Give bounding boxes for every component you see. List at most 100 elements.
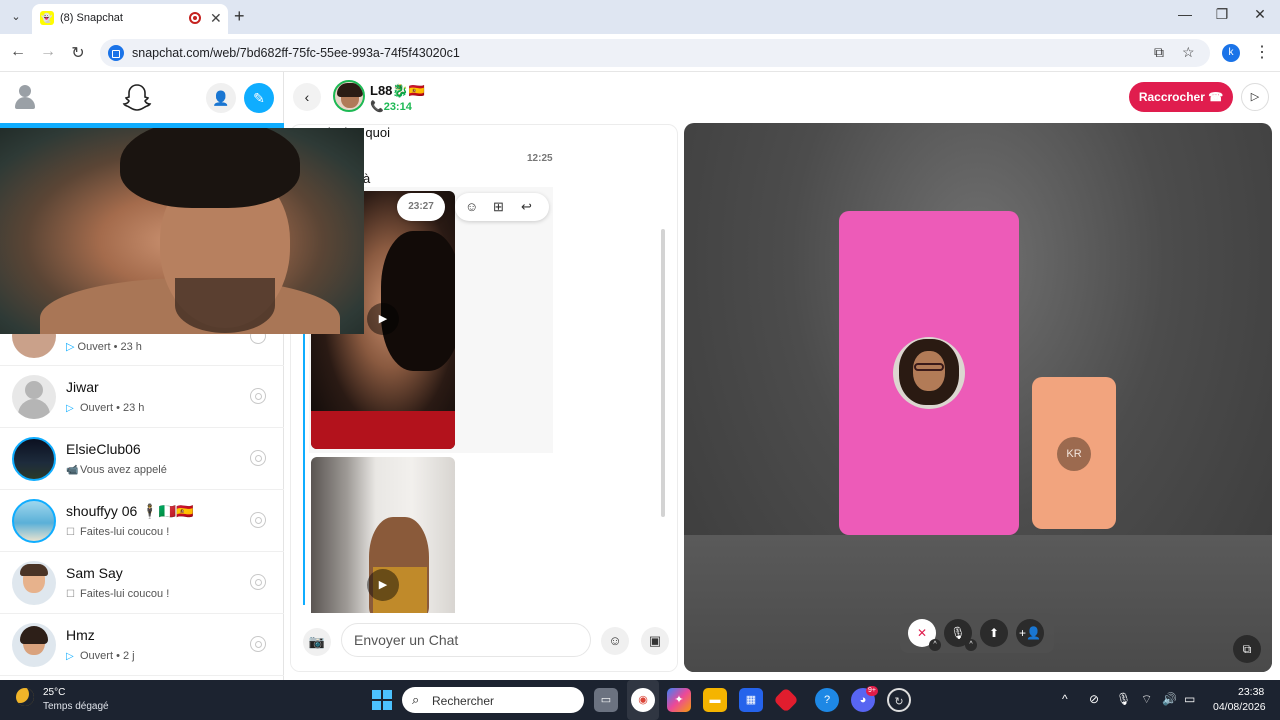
search-icon: ⌕ [412, 692, 420, 707]
close-window-button[interactable]: ✕ [1245, 6, 1275, 23]
url-text[interactable]: snapchat.com/web/7bd682ff-75fc-55ee-993a… [132, 46, 460, 60]
camera-reply-icon[interactable] [250, 388, 266, 404]
avatar [12, 499, 56, 543]
camera-reply-icon[interactable] [250, 574, 266, 590]
forward-arrow-icon[interactable]: → [38, 43, 58, 61]
chat-status: 📹 Vous avez appelé [66, 464, 167, 476]
emoji-icon[interactable]: ☺ [601, 627, 629, 655]
chrome-icon[interactable]: ◉ [631, 688, 655, 712]
browser-tab[interactable]: 👻 (8) Snapchat ✕ [32, 4, 228, 34]
chevron-up-icon: ^ [965, 639, 977, 651]
new-chat-button[interactable]: ✎ [244, 83, 274, 113]
chevron-up-icon[interactable]: ^ [1062, 692, 1068, 706]
sticker-icon[interactable]: ▣ [641, 627, 669, 655]
microphone-tray-icon[interactable]: 🎙 [1116, 692, 1131, 706]
composer: 📷 Envoyer un Chat ☺ ▣ [291, 615, 677, 671]
task-view-icon[interactable]: ▭ [594, 688, 618, 712]
chat-list: Jiwar ▷ Ouvert • 23 h ElsieClub06 📹 Vous a… [0, 366, 284, 676]
clock-date[interactable]: 04/08/2026 [1213, 701, 1266, 713]
back-button[interactable]: ‹ [293, 83, 321, 111]
message-text: à [363, 171, 371, 186]
play-icon[interactable]: ▷ [1241, 83, 1269, 111]
camera-reply-icon[interactable] [250, 636, 266, 652]
video-call-icon: 📹 [66, 465, 79, 476]
chat-status: ☐ Faites-lui coucou ! [66, 588, 170, 600]
expand-icon[interactable]: ⧉ [1233, 635, 1261, 663]
tab-close-icon[interactable]: ✕ [210, 10, 222, 27]
chat-status: ▷ Ouvert • 2 j [66, 650, 135, 662]
chat-row[interactable]: ElsieClub06 📹 Vous avez appelé [0, 428, 284, 490]
share-screen-button[interactable]: ⬆ [980, 619, 1008, 647]
bookmark-star-icon[interactable]: ☆ [1182, 44, 1195, 61]
sent-arrow-icon: ▷ [66, 403, 74, 414]
chat-row[interactable]: shouffyy 06 🕴🇮🇹🇪🇸 ☐ Faites-lui coucou ! [0, 490, 284, 552]
message-timestamp: 12:25 [527, 153, 553, 164]
reply-icon[interactable]: ↩ [521, 199, 532, 215]
weather-description[interactable]: Temps dégagé [43, 701, 109, 712]
microphone-button[interactable]: 🎙 ^ [944, 619, 977, 651]
tab-search-icon[interactable]: ⌄ [6, 8, 26, 26]
wifi-icon[interactable]: ⌔ [1141, 692, 1152, 707]
add-participant-button[interactable]: +👤 [1016, 619, 1044, 647]
url-omnibox[interactable]: snapchat.com/web/7bd682ff-75fc-55ee-993a… [100, 39, 1210, 67]
notification-badge: 9+ [866, 686, 878, 696]
camera-off-button[interactable]: ✕ ^ [908, 619, 941, 651]
chat-row[interactable]: Jiwar ▷ Ouvert • 23 h [0, 366, 284, 428]
moon-weather-icon[interactable] [16, 688, 34, 706]
profile-avatar[interactable]: k [1222, 44, 1240, 62]
add-friend-button[interactable]: 👤 [206, 83, 236, 113]
media-time-badge: 23:27 [397, 193, 445, 221]
weather-temperature[interactable]: 25°C [43, 687, 65, 698]
snapchat-ghost-icon [122, 82, 152, 119]
avatar [12, 623, 56, 667]
windows-start-icon[interactable] [372, 690, 392, 710]
volume-icon[interactable]: 🔊 [1162, 692, 1177, 706]
help-icon[interactable]: ? [815, 688, 839, 712]
camera-site-icon[interactable] [108, 45, 124, 61]
install-app-icon[interactable]: ⧉ [1154, 44, 1164, 61]
recording-indicator-icon [189, 12, 201, 24]
chat-row[interactable]: Hmz ▷ Ouvert • 2 j [0, 614, 284, 676]
network-off-icon[interactable]: ⊘ [1089, 692, 1099, 706]
chat-input[interactable]: Envoyer un Chat [341, 623, 591, 657]
microsoft-store-icon[interactable]: ▦ [739, 688, 763, 712]
clock-time[interactable]: 23:38 [1238, 686, 1264, 698]
tab-title: (8) Snapchat [60, 12, 123, 24]
file-explorer-icon[interactable]: ▬ [703, 688, 727, 712]
participant-tile-main [839, 211, 1019, 535]
play-icon[interactable]: ▶ [367, 303, 399, 335]
app-circle-icon[interactable]: ↻ [887, 688, 911, 712]
camera-icon[interactable]: 📷 [303, 628, 331, 656]
browser-menu-icon[interactable]: ⋮ [1254, 42, 1270, 62]
battery-icon[interactable]: ▭ [1184, 692, 1195, 706]
back-arrow-icon[interactable]: ← [8, 43, 28, 61]
message-actions: ☺ ⊞ ↩ [455, 193, 549, 221]
wave-chat-icon: ☐ [66, 589, 75, 600]
copilot-icon[interactable]: ✦ [667, 688, 691, 712]
conversation-avatar[interactable] [333, 80, 365, 112]
participant-tile-self: KR [1032, 377, 1116, 529]
maximize-button[interactable]: ❐ [1207, 6, 1237, 23]
media-video-2[interactable]: ▶ [311, 457, 455, 613]
reload-icon[interactable]: ↻ [68, 43, 88, 63]
new-tab-button[interactable]: + [234, 6, 245, 27]
call-controls: ✕ ^ 🎙 ^ ⬆ +👤 [900, 613, 1054, 653]
my-profile-avatar[interactable] [12, 84, 38, 110]
hangup-button[interactable]: Raccrocher ☎ [1129, 82, 1233, 112]
camera-reply-icon[interactable] [250, 512, 266, 528]
conversation-header: ‹ L88🐉🇪🇸 📞23:14 Raccrocher ☎ ▷ [285, 72, 1280, 124]
camera-reply-icon[interactable] [250, 450, 266, 466]
participant-initials: KR [1057, 437, 1091, 471]
conversation-name[interactable]: L88🐉🇪🇸 [370, 83, 425, 99]
react-emoji-icon[interactable]: ☺ [465, 199, 478, 214]
chat-row[interactable]: Sam Say ☐ Faites-lui coucou ! [0, 552, 284, 614]
address-bar: ← → ↻ snapchat.com/web/7bd682ff-75fc-55e… [0, 34, 1280, 72]
red-app-icon[interactable] [773, 687, 799, 713]
play-icon[interactable]: ▶ [367, 569, 399, 601]
chat-status: ☐ Faites-lui coucou ! [66, 526, 170, 538]
messages-scrollbar[interactable] [661, 229, 665, 517]
participant-bitmoji [893, 337, 965, 409]
taskbar-search[interactable]: ⌕ Rechercher [402, 687, 584, 713]
save-in-chat-icon[interactable]: ⊞ [493, 199, 504, 215]
minimize-button[interactable]: — [1170, 6, 1200, 22]
